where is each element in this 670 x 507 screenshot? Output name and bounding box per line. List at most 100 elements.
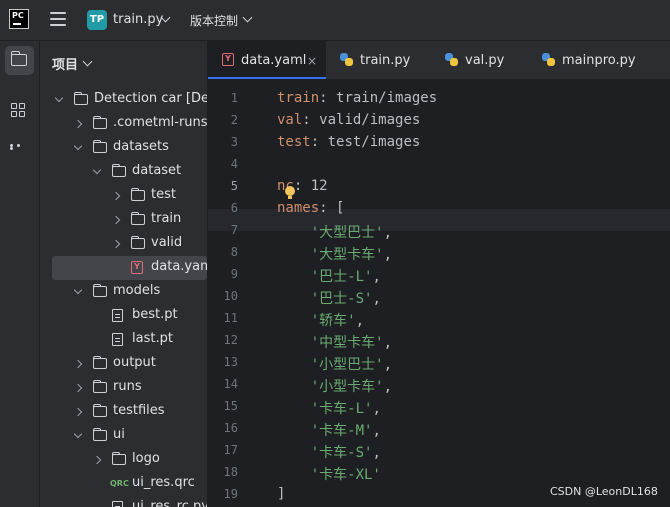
tree-item[interactable]: ui (40, 424, 207, 448)
code-line[interactable]: train: train/images (277, 90, 437, 106)
code-line[interactable]: '中型卡车', (277, 332, 392, 352)
tree-item[interactable]: Detection car [Dete (40, 88, 207, 112)
chevron-right-icon[interactable] (73, 119, 83, 129)
title-bar: PC TP train.py 版本控制 (0, 0, 670, 41)
tree-item-label: ui_res.qrc (132, 475, 195, 490)
close-icon[interactable]: × (307, 54, 317, 68)
yaml-value: [ (327, 200, 345, 216)
yaml-value: train/images (327, 90, 438, 106)
chevron-down-icon[interactable] (54, 93, 64, 103)
tree-item[interactable]: Ydata.yaml (52, 256, 207, 280)
line-number: 2 (230, 113, 238, 127)
string-literal: '中型卡车' (310, 335, 384, 351)
tree-item[interactable]: best.pt (40, 304, 207, 328)
main-menu-icon[interactable] (50, 12, 66, 26)
tab-train-py[interactable]: train.py (326, 41, 426, 79)
tab-label: data.yaml (241, 53, 307, 68)
code-line[interactable]: '卡车-M', (277, 420, 381, 440)
code-line[interactable]: names: [ (277, 200, 344, 216)
tab-mainpro-py[interactable]: mainpro.py (526, 41, 656, 79)
project-tool-button[interactable] (5, 46, 34, 75)
code-line[interactable]: '巴士-L', (277, 266, 381, 286)
code-line[interactable]: ] (277, 486, 285, 502)
python-icon (340, 53, 354, 67)
tree-item[interactable]: testfiles (40, 400, 207, 424)
folder-icon (92, 355, 107, 369)
chevron-right-icon[interactable] (73, 359, 83, 369)
tree-item[interactable]: datasets (40, 136, 207, 160)
chevron-right-icon[interactable] (73, 383, 83, 393)
code-line[interactable]: '巴士-S', (277, 288, 381, 308)
code-line[interactable]: '大型巴士', (277, 222, 392, 242)
line-number: 3 (230, 135, 238, 149)
tree-item-label: logo (132, 451, 160, 466)
line-number: 10 (223, 289, 238, 303)
folder-icon (92, 403, 107, 417)
run-config-name[interactable]: train.py (113, 12, 163, 27)
tree-item[interactable]: ui_res_rc.py (40, 496, 207, 507)
code-line[interactable]: '卡车-L', (277, 398, 381, 418)
chevron-right-icon[interactable] (92, 455, 102, 465)
code-pane[interactable]: 1 2 3 4 5 6 7 8 9 10 11 12 13 14 15 16 17 18 19 train: tra… (208, 80, 670, 507)
chevron-right-icon[interactable] (111, 191, 121, 201)
lightbulb-icon[interactable] (285, 186, 295, 200)
chevron-right-icon[interactable] (111, 239, 121, 249)
code-line[interactable]: test: test/images (277, 134, 420, 150)
code-line[interactable]: '小型巴士', (277, 354, 392, 374)
tree-item[interactable]: valid (40, 232, 207, 256)
folder-icon (92, 283, 107, 297)
chevron-down-icon[interactable] (242, 12, 253, 23)
tree-item[interactable]: dataset (40, 160, 207, 184)
tree-item[interactable]: models (40, 280, 207, 304)
chevron-right-icon[interactable] (73, 407, 83, 417)
yaml-value: test/images (319, 134, 421, 150)
string-literal: '小型巴士' (310, 357, 384, 373)
folder-icon (130, 211, 145, 225)
more-icon[interactable] (10, 144, 30, 150)
code-line[interactable]: '轿车', (277, 310, 364, 330)
panel-title[interactable]: 项目 (52, 54, 78, 73)
pycharm-logo-icon[interactable]: PC (9, 9, 29, 29)
tree-item[interactable]: test (40, 184, 207, 208)
tree-item-label: testfiles (113, 403, 165, 418)
chevron-down-icon[interactable] (73, 141, 83, 151)
file-icon (112, 309, 123, 322)
chevron-right-icon[interactable] (111, 215, 121, 225)
string-literal: '小型卡车' (310, 379, 384, 395)
tree-item[interactable]: train (40, 208, 207, 232)
code-line[interactable]: '小型卡车', (277, 376, 392, 396)
string-literal: '卡车-XL' (310, 467, 381, 483)
file-icon (112, 333, 123, 346)
line-number: 19 (223, 487, 238, 501)
tab-val-py[interactable]: val.py (426, 41, 526, 79)
tree-item[interactable]: .cometml-runs (40, 112, 207, 136)
string-literal: '大型卡车' (310, 247, 384, 263)
string-literal: '巴士-S' (310, 291, 373, 307)
vcs-menu[interactable]: 版本控制 (190, 12, 238, 29)
tree-item[interactable]: output (40, 352, 207, 376)
chevron-down-icon[interactable] (92, 165, 102, 175)
chevron-down-icon[interactable] (73, 429, 83, 439)
tool-window-strip (0, 41, 40, 507)
code-line[interactable]: '卡车-XL' (277, 464, 381, 484)
chevron-down-icon[interactable] (82, 56, 93, 67)
yaml-key: names (277, 200, 320, 216)
yaml-key: train (277, 90, 320, 106)
code-line[interactable]: val: valid/images (277, 112, 420, 128)
punctuation: , (383, 335, 393, 351)
line-number: 16 (223, 421, 238, 435)
structure-icon[interactable] (11, 103, 27, 119)
tree-item[interactable]: runs (40, 376, 207, 400)
tab-data-yaml[interactable]: Y data.yaml × (208, 41, 326, 79)
chevron-down-icon[interactable] (73, 285, 83, 295)
tree-item[interactable]: last.pt (40, 328, 207, 352)
code-line[interactable]: '大型卡车', (277, 244, 392, 264)
tree-item-label: ui_res_rc.py (132, 499, 208, 507)
string-literal: '大型巴士' (310, 225, 384, 241)
tree-item[interactable]: logo (40, 448, 207, 472)
tree-item-label: test (151, 187, 176, 202)
tree-item[interactable]: QRC ui_res.qrc (40, 472, 207, 496)
string-literal: '卡车-M' (310, 423, 373, 439)
code-line[interactable]: '卡车-S', (277, 442, 381, 462)
project-badge[interactable]: TP (87, 10, 107, 30)
